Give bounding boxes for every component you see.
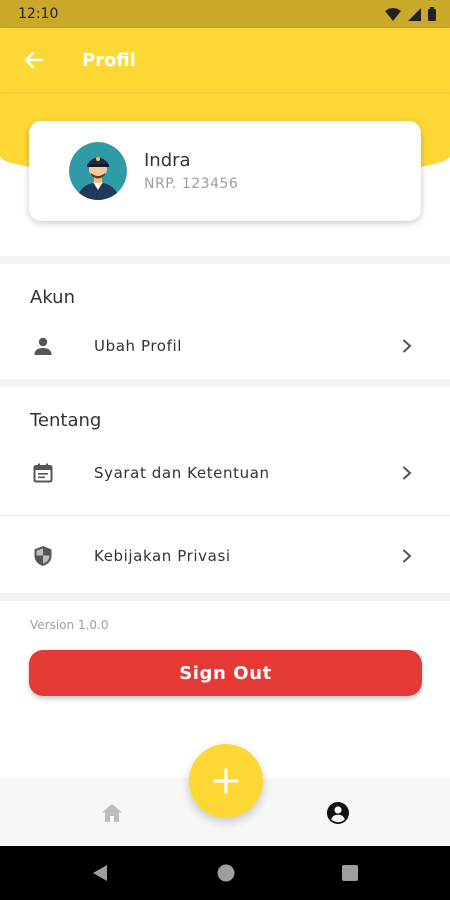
menu-item-ubah-profil[interactable]: Ubah Profil xyxy=(0,316,450,376)
version-label: Version 1.0.0 xyxy=(30,618,109,632)
system-recent-apps-icon[interactable] xyxy=(340,863,360,883)
add-button[interactable] xyxy=(189,744,263,818)
battery-icon xyxy=(428,7,436,21)
section-divider xyxy=(0,593,450,601)
status-bar: 12:10 xyxy=(0,0,450,28)
section-divider xyxy=(0,379,450,387)
signal-icon xyxy=(408,7,421,21)
sign-out-button[interactable]: Sign Out xyxy=(29,650,422,696)
person-icon xyxy=(32,335,54,357)
section-title-tentang: Tentang xyxy=(30,410,102,431)
home-icon[interactable] xyxy=(100,801,124,825)
status-icons xyxy=(385,7,436,21)
chevron-right-icon xyxy=(403,549,412,563)
section-title-akun: Akun xyxy=(30,287,75,308)
section-divider xyxy=(0,256,450,264)
arrow-back-icon xyxy=(24,51,43,69)
chevron-right-icon xyxy=(403,339,412,353)
system-home-icon[interactable] xyxy=(216,863,236,883)
avatar xyxy=(69,142,127,200)
app-bar: Profil xyxy=(0,28,450,92)
menu-item-label: Ubah Profil xyxy=(94,337,182,355)
menu-item-label: Kebijakan Privasi xyxy=(94,547,231,565)
menu-item-kebijakan-privasi[interactable]: Kebijakan Privasi xyxy=(0,526,450,586)
menu-item-syarat-ketentuan[interactable]: Syarat dan Ketentuan xyxy=(0,443,450,503)
status-time: 12:10 xyxy=(18,6,59,22)
profile-name: Indra xyxy=(144,150,191,171)
system-navigation-bar xyxy=(0,846,450,900)
back-button[interactable] xyxy=(0,28,66,92)
page-title: Profil xyxy=(82,49,136,71)
plus-icon xyxy=(213,768,239,794)
chevron-right-icon xyxy=(403,466,412,480)
system-back-icon[interactable] xyxy=(90,863,110,883)
police-avatar-icon xyxy=(69,142,127,200)
row-separator xyxy=(0,515,450,516)
shield-icon xyxy=(32,545,54,567)
profile-nrp: NRP. 123456 xyxy=(144,176,239,192)
wifi-icon xyxy=(385,7,401,21)
account-circle-icon[interactable] xyxy=(326,801,350,825)
profile-info: Indra NRP. 123456 xyxy=(144,150,238,192)
calendar-icon xyxy=(32,462,54,484)
profile-card: Indra NRP. 123456 xyxy=(29,121,421,221)
menu-item-label: Syarat dan Ketentuan xyxy=(94,464,270,482)
